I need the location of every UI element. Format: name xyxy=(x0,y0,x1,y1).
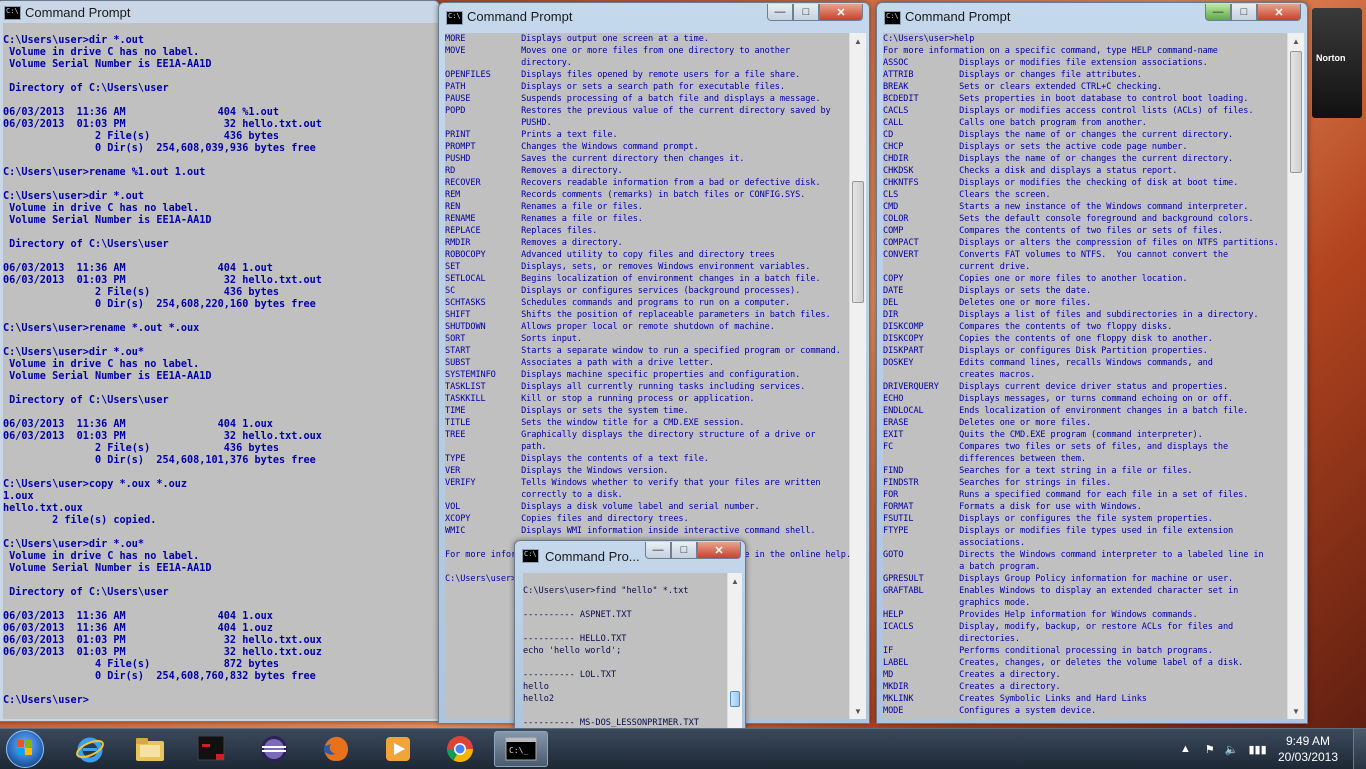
scroll-down-arrow[interactable]: ▼ xyxy=(1288,703,1304,719)
console-text: C:\Users\user>dir *.out Volume in drive … xyxy=(3,35,322,706)
eclipse-icon xyxy=(261,736,287,762)
black-app-icon xyxy=(197,735,225,761)
scroll-down-arrow[interactable]: ▼ xyxy=(850,703,866,719)
chrome-icon xyxy=(446,736,474,763)
windows-logo-icon xyxy=(17,740,33,756)
cmd-icon xyxy=(446,11,463,25)
action-center-flag-icon[interactable]: ⚑ xyxy=(1205,743,1215,756)
console-text: C:\Users\user>find "hello" *.txt -------… xyxy=(523,586,699,728)
title-bar[interactable]: Command Prompt — □ ✕ xyxy=(877,3,1307,31)
command-prompt-window-right[interactable]: Command Prompt — □ ✕ C:\Users\user>help … xyxy=(876,2,1308,724)
title-bar[interactable]: Command Prompt — □ ✕ xyxy=(439,3,869,31)
scroll-up-arrow[interactable]: ▲ xyxy=(850,33,866,49)
cmd-icon xyxy=(4,6,21,20)
norton-gadget[interactable]: Norton xyxy=(1312,8,1362,118)
console-output[interactable]: C:\Users\user>dir *.out Volume in drive … xyxy=(3,23,439,719)
show-hidden-icons-icon[interactable]: ▲ xyxy=(1180,743,1191,755)
windows-explorer-taskbar-button[interactable] xyxy=(124,731,176,767)
cmd-icon xyxy=(884,11,901,25)
window-title: Command Prompt xyxy=(25,5,131,20)
console-text: C:\Users\user>help For more information … xyxy=(883,34,1279,716)
firefox-icon xyxy=(324,736,348,761)
scroll-thumb[interactable] xyxy=(1290,51,1302,173)
command-prompt-window-left[interactable]: Command Prompt C:\Users\user>dir *.out V… xyxy=(0,0,440,722)
console-output[interactable]: C:\Users\user>help For more information … xyxy=(883,33,1287,719)
vertical-scrollbar[interactable]: ▲ ▼ xyxy=(1287,33,1304,719)
command-prompt-window-small[interactable]: Command Pro... — □ ✕ C:\Users\user>find … xyxy=(514,540,746,730)
show-desktop-button[interactable] xyxy=(1353,729,1366,769)
window-title: Command Prompt xyxy=(467,9,573,24)
window-controls: — □ ✕ xyxy=(645,542,741,560)
media-player-taskbar-button[interactable] xyxy=(372,731,424,767)
minimize-button[interactable]: — xyxy=(1205,4,1231,21)
taskbar: C:\_ ▲ ⚑ 🔈 ▮▮▮ 9:49 AM 20/03/2013 xyxy=(0,728,1366,769)
close-button[interactable]: ✕ xyxy=(819,4,863,21)
window-title: Command Prompt xyxy=(905,9,1011,24)
svg-text:C:\_: C:\_ xyxy=(509,746,528,755)
clock[interactable]: 9:49 AM 20/03/2013 xyxy=(1270,733,1346,765)
command-prompt-icon: C:\_ xyxy=(505,737,537,761)
minimize-button[interactable]: — xyxy=(767,4,793,21)
clock-time: 9:49 AM xyxy=(1285,734,1331,748)
window-controls: — □ ✕ xyxy=(1205,4,1301,22)
scroll-up-arrow[interactable]: ▲ xyxy=(1288,33,1304,49)
volume-icon[interactable]: 🔈 xyxy=(1225,743,1239,756)
scroll-up-arrow[interactable]: ▲ xyxy=(728,573,742,589)
eclipse-taskbar-button[interactable] xyxy=(248,731,300,767)
cmd-icon xyxy=(522,549,539,563)
start-orb[interactable] xyxy=(6,730,44,768)
system-tray: ▲ ⚑ 🔈 ▮▮▮ xyxy=(1180,729,1267,769)
black-app-taskbar-button[interactable] xyxy=(186,731,238,767)
vertical-scrollbar[interactable]: ▲ ▼ xyxy=(849,33,866,719)
minimize-button[interactable]: — xyxy=(645,542,671,559)
chrome-taskbar-button[interactable] xyxy=(434,731,486,767)
maximize-button[interactable]: □ xyxy=(793,4,819,21)
close-button[interactable]: ✕ xyxy=(697,542,741,559)
title-bar[interactable]: Command Prompt xyxy=(0,1,439,23)
window-title: Command Pro... xyxy=(545,549,640,564)
console-text: MORE Displays output one screen at a tim… xyxy=(445,34,849,584)
vertical-scrollbar[interactable]: ▲ xyxy=(727,573,742,729)
console-output[interactable]: C:\Users\user>find "hello" *.txt -------… xyxy=(523,573,727,729)
internet-explorer-icon xyxy=(76,737,104,763)
command-prompt-taskbar-button[interactable]: C:\_ xyxy=(494,731,548,767)
firefox-taskbar-button[interactable] xyxy=(310,731,362,767)
media-player-icon xyxy=(386,737,410,761)
clock-date: 20/03/2013 xyxy=(1277,750,1339,764)
network-icon[interactable]: ▮▮▮ xyxy=(1248,743,1266,756)
maximize-button[interactable]: □ xyxy=(1231,4,1257,21)
scroll-thumb[interactable] xyxy=(852,181,864,303)
window-controls: — □ ✕ xyxy=(767,4,863,22)
maximize-button[interactable]: □ xyxy=(671,542,697,559)
norton-label: Norton xyxy=(1316,53,1346,63)
windows-explorer-icon xyxy=(136,738,164,761)
internet-explorer-taskbar-button[interactable] xyxy=(64,731,116,767)
close-button[interactable]: ✕ xyxy=(1257,4,1301,21)
title-bar[interactable]: Command Pro... — □ ✕ xyxy=(515,541,745,569)
scroll-thumb[interactable] xyxy=(730,691,740,707)
